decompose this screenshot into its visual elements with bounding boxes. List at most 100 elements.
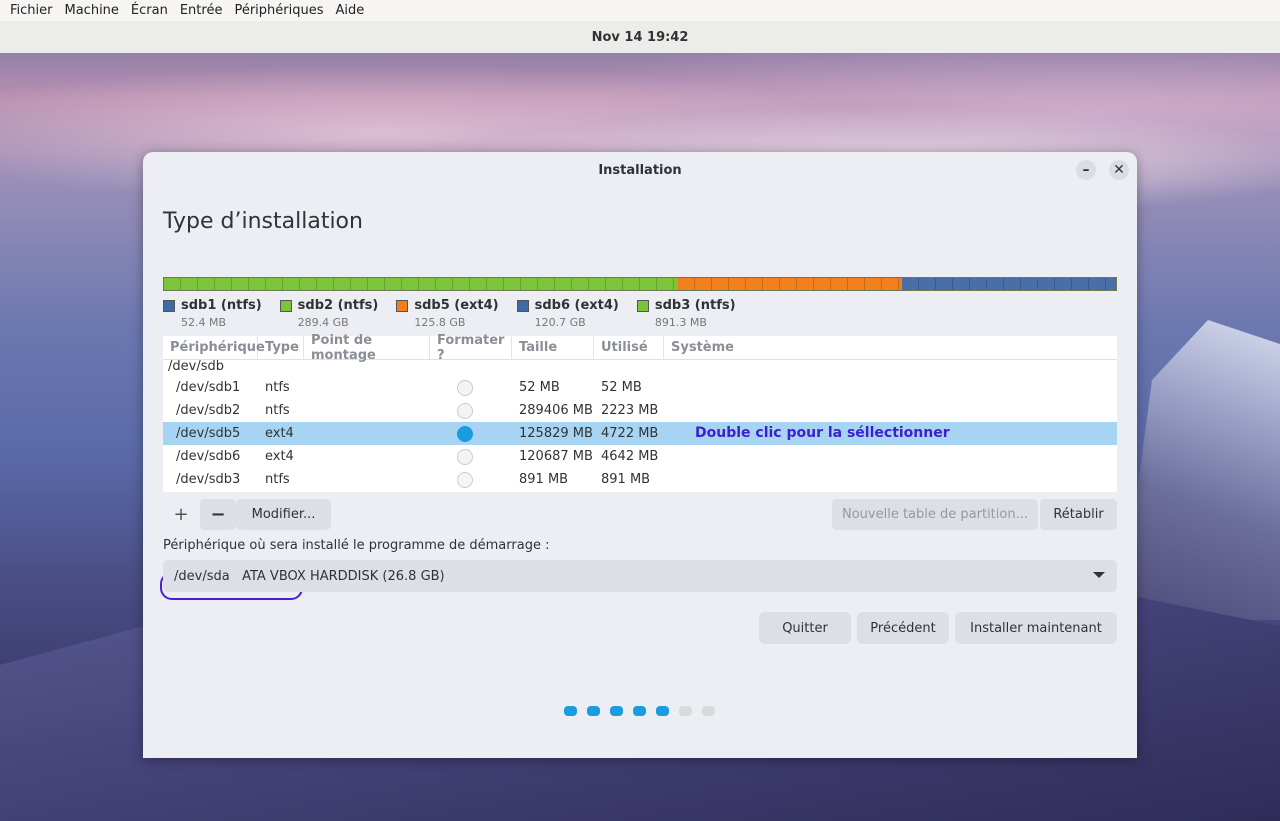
cell-device: /dev/sdb1 bbox=[176, 380, 241, 395]
new-partition-table-button[interactable]: Nouvelle table de partition... bbox=[832, 499, 1038, 530]
modify-button[interactable]: Modifier... bbox=[236, 499, 331, 530]
table-row[interactable]: /dev/sdb3 ntfs 891 MB 891 MB bbox=[163, 468, 1117, 491]
cell-format bbox=[430, 402, 512, 419]
legend-label: sdb5 (ext4) bbox=[414, 298, 499, 313]
install-now-button[interactable]: Installer maintenant bbox=[955, 612, 1117, 644]
table-row[interactable]: /dev/sdb1 ntfs 52 MB 52 MB bbox=[163, 376, 1117, 399]
cell-format bbox=[430, 425, 512, 442]
minimize-button[interactable]: – bbox=[1076, 160, 1096, 180]
menu-fichier[interactable]: Fichier bbox=[4, 3, 59, 18]
col-type[interactable]: Type bbox=[258, 336, 304, 359]
legend-swatch bbox=[396, 299, 409, 312]
format-checkbox[interactable] bbox=[457, 471, 473, 488]
clock[interactable]: Nov 14 19:42 bbox=[592, 30, 689, 45]
bootloader-select[interactable]: /dev/sda ATA VBOX HARDDISK (26.8 GB) bbox=[163, 560, 1117, 592]
menu-ecran[interactable]: Écran bbox=[125, 3, 174, 18]
cell-device: /dev/sdb5 bbox=[176, 426, 241, 441]
format-checkbox[interactable] bbox=[457, 379, 473, 396]
table-row[interactable]: /dev/sdb6 ext4 120687 MB 4642 MB bbox=[163, 445, 1117, 468]
col-mount[interactable]: Point de montage bbox=[304, 333, 430, 363]
selection-hint: Double clic pour la séllectionner bbox=[695, 425, 950, 441]
legend-label: sdb3 (ntfs) bbox=[654, 298, 736, 313]
desktop-mountain bbox=[1120, 320, 1280, 620]
legend-label: sdb1 (ntfs) bbox=[181, 298, 262, 313]
cell-type: ntfs bbox=[265, 403, 290, 418]
cell-type: ntfs bbox=[265, 380, 290, 395]
step-dot bbox=[610, 706, 623, 716]
partition-segment-sdb2 bbox=[164, 278, 679, 290]
reset-button[interactable]: Rétablir bbox=[1040, 499, 1117, 530]
cell-size: 52 MB bbox=[519, 380, 560, 395]
col-format[interactable]: Formater ? bbox=[430, 333, 512, 363]
cell-type: ext4 bbox=[265, 449, 294, 464]
legend-size: 52.4 MB bbox=[181, 316, 227, 329]
partition-legend: sdb1 (ntfs) 52.4 MB sdb2 (ntfs) 289.4 GB sdb… bbox=[163, 298, 736, 329]
col-used[interactable]: Utilisé bbox=[594, 336, 664, 359]
legend-item: sdb5 (ext4) 125.8 GB bbox=[396, 298, 499, 329]
menu-aide[interactable]: Aide bbox=[330, 3, 371, 18]
legend-size: 289.4 GB bbox=[297, 316, 349, 329]
legend-swatch bbox=[279, 299, 292, 312]
partition-segment-sdb6 bbox=[901, 278, 1116, 290]
legend-item: sdb3 (ntfs) 891.3 MB bbox=[636, 298, 736, 329]
legend-swatch bbox=[636, 299, 649, 312]
table-row[interactable]: /dev/sdb2 ntfs 289406 MB 2223 MB bbox=[163, 399, 1117, 422]
chevron-down-icon bbox=[1093, 572, 1105, 578]
legend-label: sdb2 (ntfs) bbox=[297, 298, 379, 313]
cell-used: 4722 MB bbox=[601, 426, 659, 441]
col-peripherique[interactable]: Périphérique bbox=[163, 336, 265, 359]
menu-entree[interactable]: Entrée bbox=[174, 3, 229, 18]
step-dot bbox=[656, 706, 669, 716]
legend-size: 891.3 MB bbox=[654, 316, 707, 329]
step-dot bbox=[702, 706, 715, 716]
partition-bar bbox=[163, 277, 1117, 291]
cell-size: 120687 MB bbox=[519, 449, 593, 464]
remove-partition-button[interactable]: − bbox=[200, 499, 236, 530]
bootloader-value: /dev/sda ATA VBOX HARDDISK (26.8 GB) bbox=[174, 568, 445, 584]
partition-segment-sdb5 bbox=[678, 278, 902, 290]
previous-button[interactable]: Précédent bbox=[857, 612, 949, 644]
bootloader-label: Périphérique où sera installé le program… bbox=[163, 538, 550, 553]
vm-menubar: Fichier Machine Écran Entrée Périphériqu… bbox=[0, 0, 1280, 21]
step-progress bbox=[564, 706, 715, 716]
legend-item: sdb2 (ntfs) 289.4 GB bbox=[279, 298, 379, 329]
cell-device: /dev/sdb6 bbox=[176, 449, 241, 464]
window-title: Installation bbox=[598, 162, 682, 178]
device-root[interactable]: /dev/sdb bbox=[163, 360, 1117, 376]
col-size[interactable]: Taille bbox=[512, 336, 594, 359]
cell-format bbox=[430, 448, 512, 465]
step-dot bbox=[633, 706, 646, 716]
table-row[interactable]: /dev/sdb5 ext4 125829 MB 4722 MB Double clic… bbox=[163, 422, 1117, 445]
format-checkbox[interactable] bbox=[457, 448, 473, 465]
cell-size: 125829 MB bbox=[519, 426, 593, 441]
quit-button[interactable]: Quitter bbox=[759, 612, 851, 644]
installer-window: Installation – ✕ Type d’installation sdb… bbox=[143, 152, 1137, 758]
top-panel: Nov 14 19:42 bbox=[0, 21, 1280, 53]
legend-item: sdb6 (ext4) 120.7 GB bbox=[516, 298, 619, 329]
close-button[interactable]: ✕ bbox=[1109, 160, 1129, 180]
format-checkbox[interactable] bbox=[457, 402, 473, 419]
menu-machine[interactable]: Machine bbox=[59, 3, 125, 18]
step-dot bbox=[679, 706, 692, 716]
cell-used: 52 MB bbox=[601, 380, 642, 395]
cell-format bbox=[430, 379, 512, 396]
table-header: Périphérique Type Point de montage Forma… bbox=[163, 333, 1117, 363]
cell-used: 891 MB bbox=[601, 472, 651, 487]
cell-size: 289406 MB bbox=[519, 403, 593, 418]
cell-device: /dev/sdb2 bbox=[176, 403, 241, 418]
legend-swatch bbox=[163, 299, 175, 312]
window-titlebar[interactable]: Installation – ✕ bbox=[143, 152, 1137, 188]
page-title: Type d’installation bbox=[163, 209, 363, 234]
cell-used: 2223 MB bbox=[601, 403, 659, 418]
partition-toolbar: + − Modifier... Nouvelle table de partit… bbox=[163, 499, 1117, 531]
col-system[interactable]: Système bbox=[664, 336, 1117, 359]
cell-type: ntfs bbox=[265, 472, 290, 487]
legend-item: sdb1 (ntfs) 52.4 MB bbox=[163, 298, 262, 329]
legend-label: sdb6 (ext4) bbox=[534, 298, 619, 313]
cell-size: 891 MB bbox=[519, 472, 569, 487]
step-dot bbox=[564, 706, 577, 716]
format-checkbox[interactable] bbox=[457, 425, 473, 442]
partition-table: Périphérique Type Point de montage Forma… bbox=[163, 333, 1117, 492]
add-partition-button[interactable]: + bbox=[163, 499, 199, 530]
menu-peripheriques[interactable]: Périphériques bbox=[228, 3, 329, 18]
